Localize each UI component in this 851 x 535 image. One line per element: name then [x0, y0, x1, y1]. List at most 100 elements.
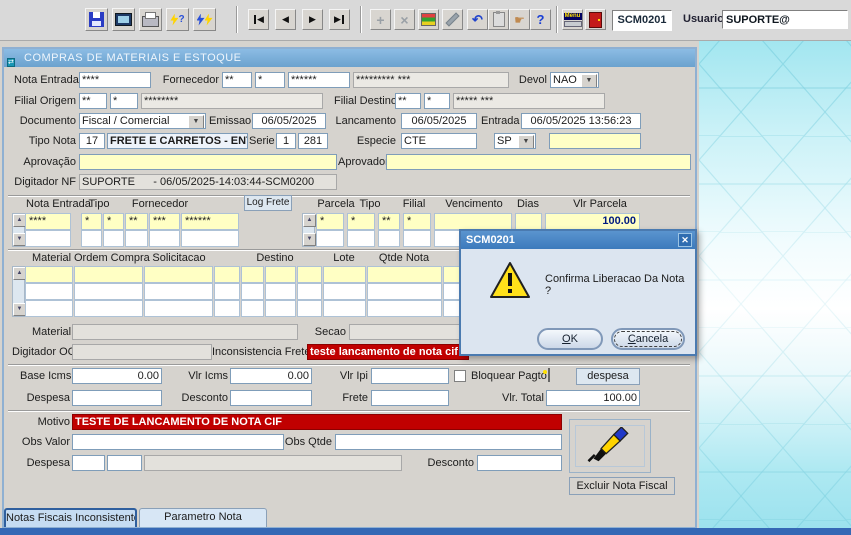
filial-destino-field-2[interactable]: * — [424, 93, 450, 109]
grid-notas-cell[interactable] — [181, 230, 239, 247]
desconto2-field[interactable] — [477, 455, 562, 471]
grid-itens-cell[interactable] — [214, 300, 240, 317]
grid-itens-cell[interactable] — [265, 283, 296, 300]
undo-button[interactable]: ↶ — [467, 9, 488, 30]
scroll-up-icon[interactable]: ▲ — [303, 214, 316, 227]
grid-itens-cell[interactable] — [265, 300, 296, 317]
cancel-button[interactable]: Cancela — [611, 328, 685, 350]
tab-notas-fiscais-inconsistentes[interactable]: Notas Fiscais Inconsistentes — [4, 508, 137, 527]
fornecedor-field-1[interactable]: ** — [222, 72, 252, 88]
grid-notas-cell[interactable] — [81, 230, 102, 247]
grid-notas-cell[interactable]: *** — [149, 213, 180, 230]
grid-notas-cell[interactable] — [125, 230, 148, 247]
grid-notas-scrollbar[interactable]: ▲ ▼ — [12, 213, 25, 247]
grid-itens-cell[interactable] — [367, 300, 442, 317]
nav-next-button[interactable]: ▶ — [302, 9, 323, 30]
desconto-field[interactable] — [230, 390, 312, 406]
window-titlebar[interactable]: ⇄ COMPRAS DE MATERIAIS E ESTOQUE — [4, 49, 695, 67]
tab-parametro-nota[interactable]: Parametro Nota — [139, 508, 267, 527]
vlr-total-field[interactable]: 100.00 — [546, 390, 640, 406]
emissao-field[interactable]: 06/05/2025 — [252, 113, 326, 129]
delete-record-button[interactable]: × — [394, 9, 415, 30]
grid-itens-cell[interactable] — [241, 266, 264, 283]
grid-itens-scrollbar[interactable]: ▲ ▼ — [12, 266, 25, 317]
filial-destino-field-1[interactable]: ** — [395, 93, 421, 109]
grid-parcelas-cell[interactable]: * — [316, 213, 344, 230]
grid-itens-cell[interactable] — [144, 266, 213, 283]
grid-itens-cell[interactable] — [74, 266, 143, 283]
screen-button[interactable] — [112, 8, 135, 31]
grid-parcelas-cell-vlr[interactable]: 100.00 — [545, 213, 640, 230]
query-help-button[interactable]: ? — [166, 8, 189, 31]
grid-parcelas-cell[interactable]: * — [403, 213, 431, 230]
vlr-icms-field[interactable]: 0.00 — [230, 368, 312, 384]
grid-parcelas-cell[interactable] — [316, 230, 344, 247]
liberar-assinatura-button[interactable] — [569, 419, 651, 473]
chevron-down-icon[interactable]: ▼ — [581, 74, 597, 88]
grid-itens-cell[interactable] — [297, 266, 322, 283]
especie-field[interactable]: CTE — [401, 133, 477, 149]
close-icon[interactable]: ✕ — [678, 233, 692, 247]
grid-notas-cell[interactable]: **** — [25, 213, 71, 230]
grid-itens-cell[interactable] — [241, 283, 264, 300]
serie-field[interactable]: 1 — [276, 133, 296, 149]
nav-first-button[interactable]: ◀ — [248, 9, 269, 30]
aprovador-field[interactable] — [386, 154, 691, 170]
grid-itens-cell[interactable] — [367, 266, 442, 283]
dialog-titlebar[interactable]: SCM0201 — [461, 231, 695, 249]
grid-notas-cell[interactable]: ****** — [181, 213, 239, 230]
grid-itens-cell[interactable] — [323, 266, 366, 283]
help-button[interactable]: ? — [530, 9, 551, 30]
grid-itens-cell[interactable] — [214, 266, 240, 283]
records-button[interactable] — [418, 9, 439, 30]
grid-parcelas-cell[interactable]: * — [347, 213, 375, 230]
base-icms-field[interactable]: 0.00 — [72, 368, 162, 384]
tipo-nota-cod-field[interactable]: 17 — [79, 133, 105, 149]
grid-itens-cell[interactable] — [214, 283, 240, 300]
obs-valor-field[interactable] — [72, 434, 284, 450]
despesa2-field-2[interactable] — [107, 455, 142, 471]
image-icon[interactable] — [548, 369, 550, 381]
nav-prev-button[interactable]: ◀ — [275, 9, 296, 30]
grid-notas-cell[interactable]: * — [81, 213, 102, 230]
execute-query-button[interactable] — [193, 8, 216, 31]
vlr-ipi-field[interactable] — [371, 368, 449, 384]
lancamento-field[interactable]: 06/05/2025 — [401, 113, 477, 129]
grid-itens-cell[interactable] — [25, 283, 73, 300]
obs-qtde-field[interactable] — [335, 434, 562, 450]
grid-parcelas-cell[interactable] — [403, 230, 431, 247]
nota-entrada-field[interactable]: **** — [79, 72, 151, 88]
despesa-field[interactable] — [72, 390, 162, 406]
excluir-nota-fiscal-button[interactable]: Excluir Nota Fiscal — [569, 477, 675, 495]
despesa2-field-1[interactable] — [72, 455, 105, 471]
grid-itens-cell[interactable] — [297, 283, 322, 300]
grid-itens-cell[interactable] — [367, 283, 442, 300]
exit-button[interactable] — [585, 9, 606, 30]
grid-notas-cell[interactable] — [25, 230, 71, 247]
grid-itens-cell[interactable] — [25, 300, 73, 317]
grid-parcelas-cell[interactable] — [347, 230, 375, 247]
devol-combo[interactable]: NAO▼ — [550, 72, 599, 88]
grid-itens-cell[interactable] — [323, 300, 366, 317]
menu-button[interactable]: Menu — [562, 9, 583, 30]
bloquear-pagto-checkbox[interactable] — [454, 370, 466, 382]
grid-itens-cell[interactable] — [323, 283, 366, 300]
grid-itens-cell[interactable] — [74, 300, 143, 317]
grid-notas-cell[interactable] — [103, 230, 124, 247]
uf-extra-field[interactable] — [549, 133, 641, 149]
print-button[interactable] — [139, 8, 162, 31]
grid-itens-cell[interactable] — [144, 283, 213, 300]
usuario-field[interactable]: SUPORTE@ — [722, 10, 848, 29]
chevron-down-icon[interactable]: ▼ — [518, 135, 534, 149]
filial-origem-field-2[interactable]: * — [110, 93, 138, 109]
frete-field[interactable] — [371, 390, 449, 406]
grid-parcelas-scrollbar[interactable]: ▲ ▼ — [302, 213, 315, 247]
aprovacao-field[interactable] — [79, 154, 337, 170]
uf-combo[interactable]: SP▼ — [494, 133, 536, 149]
grid-itens-cell[interactable] — [144, 300, 213, 317]
clear-button[interactable] — [442, 9, 463, 30]
ok-button[interactable]: OK — [537, 328, 603, 350]
insert-record-button[interactable]: + — [370, 9, 391, 30]
commit-button[interactable]: ☛ — [509, 9, 530, 30]
grid-parcelas-cell[interactable]: ** — [378, 213, 400, 230]
